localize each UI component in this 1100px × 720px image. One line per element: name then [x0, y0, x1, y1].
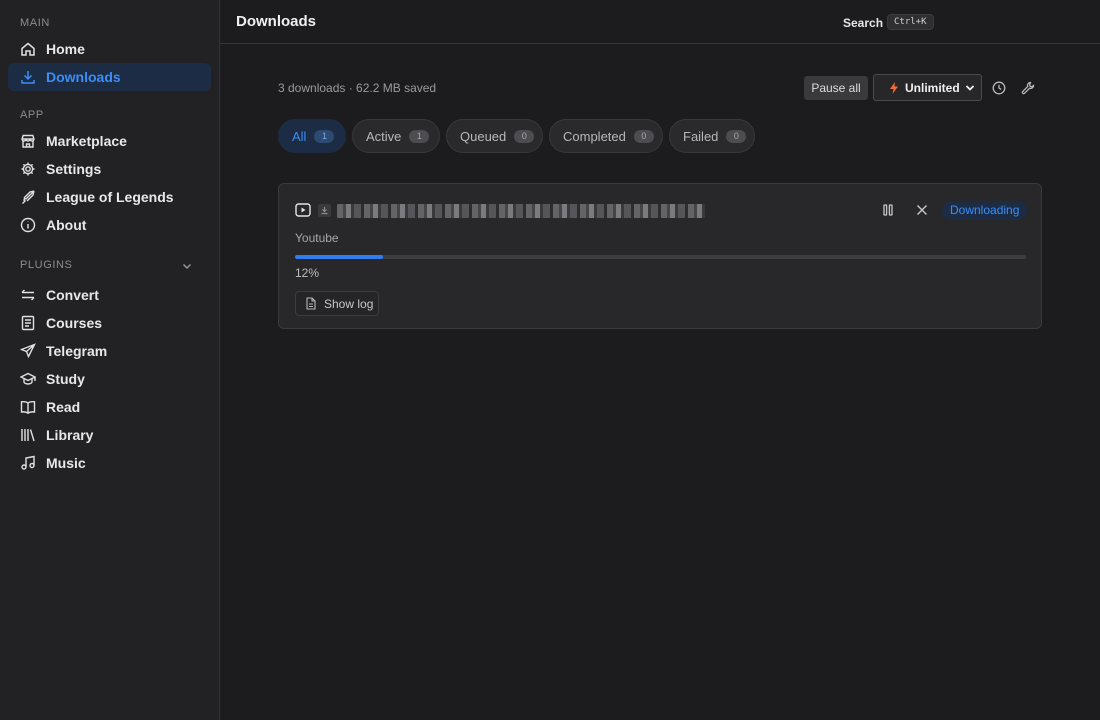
- gear-icon: [20, 161, 36, 177]
- sidebar-item-label: Library: [46, 427, 94, 443]
- section-label-plugins: PLUGINS: [20, 259, 73, 271]
- chevron-down-icon: [965, 85, 975, 91]
- filter-tab-failed[interactable]: Failed 0: [669, 119, 755, 153]
- sword-icon: [20, 189, 36, 205]
- sidebar-item-study[interactable]: Study: [8, 365, 211, 393]
- open-book-icon: [20, 399, 36, 415]
- sidebar-item-home[interactable]: Home: [8, 35, 211, 63]
- filter-tab-label: All: [292, 128, 307, 144]
- sidebar: MAIN Home Downloads APP Marketplace Sett…: [0, 0, 220, 720]
- file-text-icon: [306, 297, 316, 310]
- speed-limit-value: Unlimited: [905, 80, 960, 95]
- search-shortcut-badge: Ctrl+K: [887, 14, 934, 30]
- sidebar-item-label: Home: [46, 41, 85, 57]
- close-icon[interactable]: [915, 203, 929, 217]
- send-icon: [20, 343, 36, 359]
- history-icon[interactable]: [992, 81, 1006, 95]
- sidebar-item-label: Telegram: [46, 343, 108, 359]
- section-label-app: APP: [20, 109, 44, 121]
- sidebar-item-label: Study: [46, 371, 85, 387]
- sidebar-item-label: About: [46, 217, 87, 233]
- progress-bar: [295, 255, 1026, 259]
- downloads-summary: 3 downloads · 62.2 MB saved: [278, 81, 437, 95]
- sidebar-item-courses[interactable]: Courses: [8, 309, 211, 337]
- graduation-cap-icon: [20, 371, 36, 387]
- video-icon: [295, 203, 311, 217]
- filter-tab-completed[interactable]: Completed 0: [549, 119, 663, 153]
- filter-tab-label: Queued: [460, 128, 507, 144]
- sidebar-item-league-of-legends[interactable]: League of Legends: [8, 183, 211, 211]
- sidebar-item-label: Marketplace: [46, 133, 127, 149]
- show-log-button[interactable]: Show log: [295, 291, 379, 316]
- library-icon: [20, 427, 36, 443]
- filter-tab-all[interactable]: All 1: [278, 119, 346, 153]
- filter-tab-active[interactable]: Active 1: [352, 119, 440, 153]
- filter-tab-queued[interactable]: Queued 0: [446, 119, 543, 153]
- download-source: Youtube: [295, 231, 339, 245]
- sidebar-item-label: Read: [46, 399, 81, 415]
- sidebar-item-label: Settings: [46, 161, 102, 177]
- sidebar-item-label: Downloads: [46, 69, 121, 85]
- sidebar-item-marketplace[interactable]: Marketplace: [8, 127, 211, 155]
- filter-tab-label: Failed: [683, 128, 719, 144]
- speed-limit-select[interactable]: Unlimited: [873, 74, 982, 101]
- pause-all-button[interactable]: Pause all: [804, 76, 868, 100]
- app-window: MAIN Home Downloads APP Marketplace Sett…: [0, 0, 1100, 720]
- sidebar-item-label: Music: [46, 455, 86, 471]
- sidebar-item-about[interactable]: About: [8, 211, 211, 239]
- main-content: Downloads Search Ctrl+K 3 downloads · 62…: [220, 0, 1100, 720]
- home-icon: [20, 41, 36, 57]
- filter-count-badge: 1: [409, 129, 430, 143]
- swap-icon: [20, 287, 36, 303]
- lightning-icon: [890, 81, 898, 94]
- filter-tab-label: Completed: [563, 128, 626, 144]
- sidebar-item-label: League of Legends: [46, 189, 174, 205]
- filter-count-badge: 0: [726, 129, 747, 143]
- filter-count-badge: 0: [633, 129, 654, 143]
- filter-count-badge: 1: [314, 129, 335, 143]
- sidebar-item-telegram[interactable]: Telegram: [8, 337, 211, 365]
- music-note-icon: [20, 455, 36, 471]
- info-icon: [20, 217, 36, 233]
- sidebar-item-music[interactable]: Music: [8, 449, 211, 477]
- chevron-down-icon[interactable]: [180, 259, 194, 273]
- sidebar-item-downloads[interactable]: Downloads: [8, 63, 211, 91]
- section-label-main: MAIN: [20, 17, 50, 29]
- book-open-icon: [20, 315, 36, 331]
- sidebar-item-settings[interactable]: Settings: [8, 155, 211, 183]
- sidebar-item-label: Convert: [46, 287, 99, 303]
- top-bar: Downloads Search Ctrl+K: [220, 0, 1100, 44]
- store-icon: [20, 133, 36, 149]
- download-title: [337, 204, 705, 218]
- search-button[interactable]: Search: [843, 16, 883, 30]
- status-badge: Downloading: [942, 201, 1028, 220]
- filter-count-badge: 0: [514, 129, 535, 143]
- page-title: Downloads: [236, 13, 317, 30]
- sidebar-item-convert[interactable]: Convert: [8, 281, 211, 309]
- download-small-icon: [318, 204, 331, 217]
- progress-percent: 12%: [295, 266, 320, 280]
- sidebar-item-library[interactable]: Library: [8, 421, 211, 449]
- show-log-label: Show log: [324, 296, 374, 311]
- filter-tab-label: Active: [366, 128, 402, 144]
- download-card: Downloading Youtube 12% Show log: [278, 183, 1042, 329]
- sidebar-item-read[interactable]: Read: [8, 393, 211, 421]
- progress-bar-fill: [295, 255, 383, 259]
- pause-icon[interactable]: [881, 203, 895, 217]
- sidebar-item-label: Courses: [46, 315, 103, 331]
- download-icon: [20, 69, 36, 85]
- wrench-icon[interactable]: [1021, 81, 1035, 95]
